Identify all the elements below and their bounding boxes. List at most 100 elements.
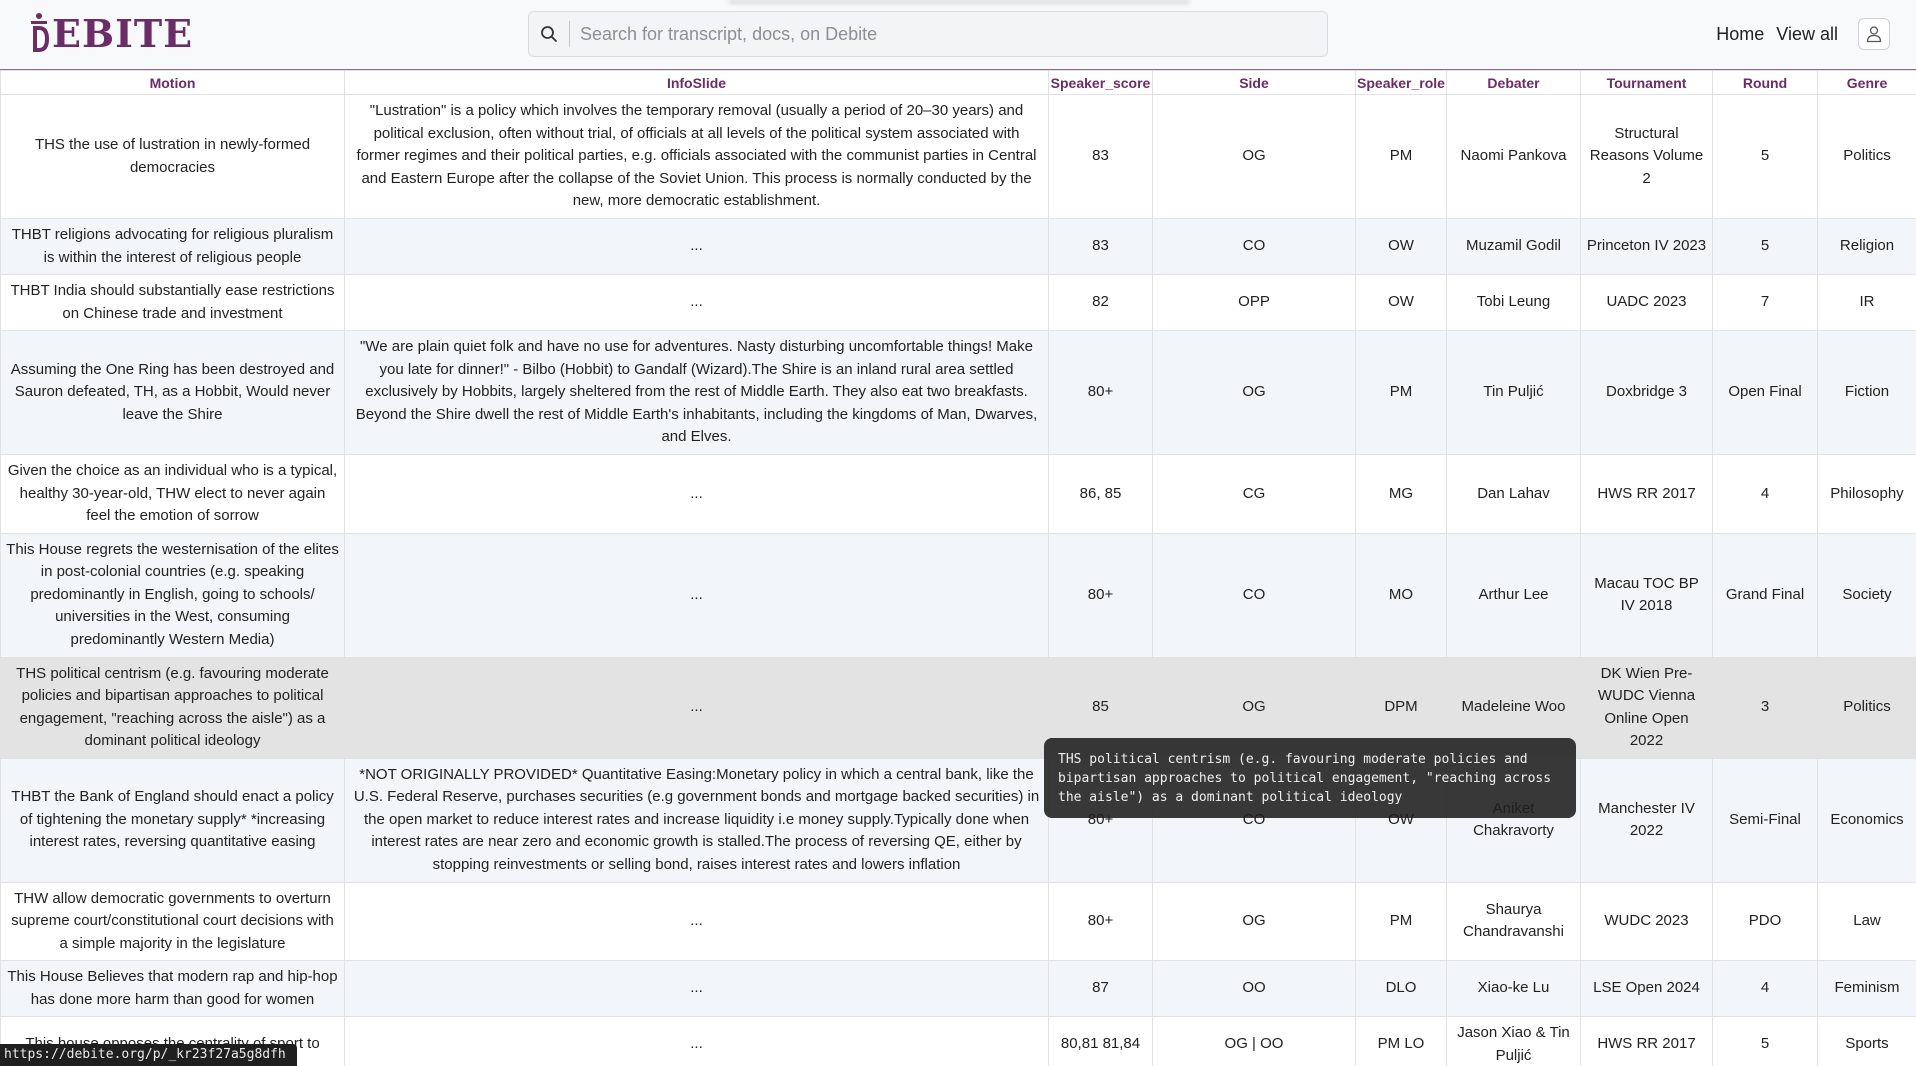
column-header-genre[interactable]: Genre (1817, 70, 1916, 95)
debater-cell: Naomi Pankova (1446, 94, 1581, 219)
tournament-cell: Macau TOC BP IV 2018 (1580, 532, 1713, 658)
genre-cell: Religion (1817, 218, 1916, 275)
debater-cell: Muzamil Godil (1446, 218, 1581, 275)
genre-cell: Fiction (1817, 330, 1916, 455)
motion-cell: THS the use of lustration in newly-forme… (0, 94, 345, 219)
genre-cell: Politics (1817, 94, 1916, 219)
table-row[interactable]: Assuming the One Ring has been destroyed… (0, 330, 1916, 455)
speaker-role-cell: PM LO (1355, 1016, 1447, 1066)
side-cell: OPP (1152, 274, 1356, 331)
round-cell: 5 (1712, 218, 1818, 275)
table-row[interactable]: THBT religions advocating for religious … (0, 218, 1916, 275)
debater-cell: Tin Puljić (1446, 330, 1581, 455)
search-icon (529, 11, 569, 57)
debater-cell: Shaurya Chandravanshi (1446, 881, 1581, 961)
round-cell: 5 (1712, 1016, 1818, 1066)
infoslide-cell: ... (344, 532, 1049, 658)
debater-cell: Xiao-ke Lu (1446, 960, 1581, 1017)
speaker-score-cell: 86, 85 (1048, 454, 1153, 534)
genre-cell: Sports (1817, 1016, 1916, 1066)
genre-cell: Philosophy (1817, 454, 1916, 534)
motions-table-container[interactable]: Motion InfoSlide Speaker_score Side Spea… (0, 70, 1916, 1066)
tournament-cell: WUDC 2023 (1580, 881, 1713, 961)
genre-cell: IR (1817, 274, 1916, 331)
infoslide-cell: ... (344, 218, 1049, 275)
motion-cell: This House regrets the westernisation of… (0, 532, 345, 658)
search-bar[interactable] (528, 11, 1328, 57)
table-row-hovered[interactable]: THS political centrism (e.g. favouring m… (0, 656, 1916, 759)
speaker-role-cell: MG (1355, 454, 1447, 534)
column-header-round[interactable]: Round (1712, 70, 1818, 95)
motion-tooltip: THS political centrism (e.g. favouring m… (1044, 738, 1576, 818)
table-row[interactable]: This House Believes that modern rap and … (0, 960, 1916, 1017)
table-row[interactable]: THS the use of lustration in newly-forme… (0, 94, 1916, 219)
table-row[interactable]: THBT the Bank of England should enact a … (0, 757, 1916, 883)
motion-cell: THS political centrism (e.g. favouring m… (0, 656, 345, 759)
search-input[interactable] (570, 12, 1327, 56)
genre-cell: Society (1817, 532, 1916, 658)
speaker-role-cell: PM (1355, 94, 1447, 219)
user-icon (1866, 26, 1882, 43)
link-status-bar: https://debite.org/p/_kr23f27a5g8dfh (0, 1044, 297, 1066)
round-cell: Open Final (1712, 330, 1818, 455)
infoslide-cell: ... (344, 454, 1049, 534)
genre-cell: Politics (1817, 656, 1916, 759)
genre-cell: Law (1817, 881, 1916, 961)
speaker-score-cell: 83 (1048, 218, 1153, 275)
table-row[interactable]: THBT India should substantially ease res… (0, 274, 1916, 331)
infoslide-cell: ... (344, 881, 1049, 961)
logo-text: EBITE (52, 11, 194, 56)
infoslide-cell: ... (344, 656, 1049, 759)
dropdown-shadow (728, 0, 1190, 4)
column-header-infoslide[interactable]: InfoSlide (344, 70, 1049, 95)
round-cell: 7 (1712, 274, 1818, 331)
round-cell: 5 (1712, 94, 1818, 219)
column-header-debater[interactable]: Debater (1446, 70, 1581, 95)
tournament-cell: UADC 2023 (1580, 274, 1713, 331)
column-header-speaker-score[interactable]: Speaker_score (1048, 70, 1153, 95)
speaker-role-cell: MO (1355, 532, 1447, 658)
tournament-cell: Structural Reasons Volume 2 (1580, 94, 1713, 219)
column-header-motion[interactable]: Motion (0, 70, 345, 95)
motion-cell: THW allow democratic governments to over… (0, 881, 345, 961)
column-header-side[interactable]: Side (1152, 70, 1356, 95)
nav-home-link[interactable]: Home (1716, 24, 1764, 45)
side-cell: OG (1152, 94, 1356, 219)
tournament-cell: HWS RR 2017 (1580, 1016, 1713, 1066)
infoslide-cell: ... (344, 1016, 1049, 1066)
user-account-button[interactable] (1858, 18, 1890, 50)
table-row[interactable]: Given the choice as an individual who is… (0, 454, 1916, 534)
table-row[interactable]: This House regrets the westernisation of… (0, 532, 1916, 658)
genre-cell: Feminism (1817, 960, 1916, 1017)
debite-logo[interactable]: EBITE (30, 12, 193, 56)
infoslide-cell: "We are plain quiet folk and have no use… (344, 330, 1049, 455)
side-cell: CG (1152, 454, 1356, 534)
table-row[interactable]: THW allow democratic governments to over… (0, 881, 1916, 961)
tournament-cell: Princeton IV 2023 (1580, 218, 1713, 275)
infoslide-cell: "Lustration" is a policy which involves … (344, 94, 1049, 219)
infoslide-cell: ... (344, 274, 1049, 331)
table-header-row: Motion InfoSlide Speaker_score Side Spea… (0, 70, 1916, 95)
speaker-score-cell: 80+ (1048, 881, 1153, 961)
speaker-score-cell: 87 (1048, 960, 1153, 1017)
speaker-role-cell: DLO (1355, 960, 1447, 1017)
tournament-cell: HWS RR 2017 (1580, 454, 1713, 534)
speaker-score-cell: 80,81 81,84 (1048, 1016, 1153, 1066)
round-cell: 3 (1712, 656, 1818, 759)
side-cell: OG | OO (1152, 1016, 1356, 1066)
motion-cell: Given the choice as an individual who is… (0, 454, 345, 534)
motion-cell: THBT the Bank of England should enact a … (0, 757, 345, 883)
motion-cell: Assuming the One Ring has been destroyed… (0, 330, 345, 455)
tournament-cell: LSE Open 2024 (1580, 960, 1713, 1017)
speaker-role-cell: PM (1355, 330, 1447, 455)
debater-cell: Tobi Leung (1446, 274, 1581, 331)
speaker-role-cell: OW (1355, 274, 1447, 331)
column-header-speaker-role[interactable]: Speaker_role (1355, 70, 1447, 95)
round-cell: 4 (1712, 454, 1818, 534)
speaker-score-cell: 80+ (1048, 532, 1153, 658)
tournament-cell: Manchester IV 2022 (1580, 757, 1713, 883)
column-header-tournament[interactable]: Tournament (1580, 70, 1713, 95)
nav-view-all-link[interactable]: View all (1776, 24, 1838, 45)
speaker-role-cell: PM (1355, 881, 1447, 961)
debater-cell: Arthur Lee (1446, 532, 1581, 658)
